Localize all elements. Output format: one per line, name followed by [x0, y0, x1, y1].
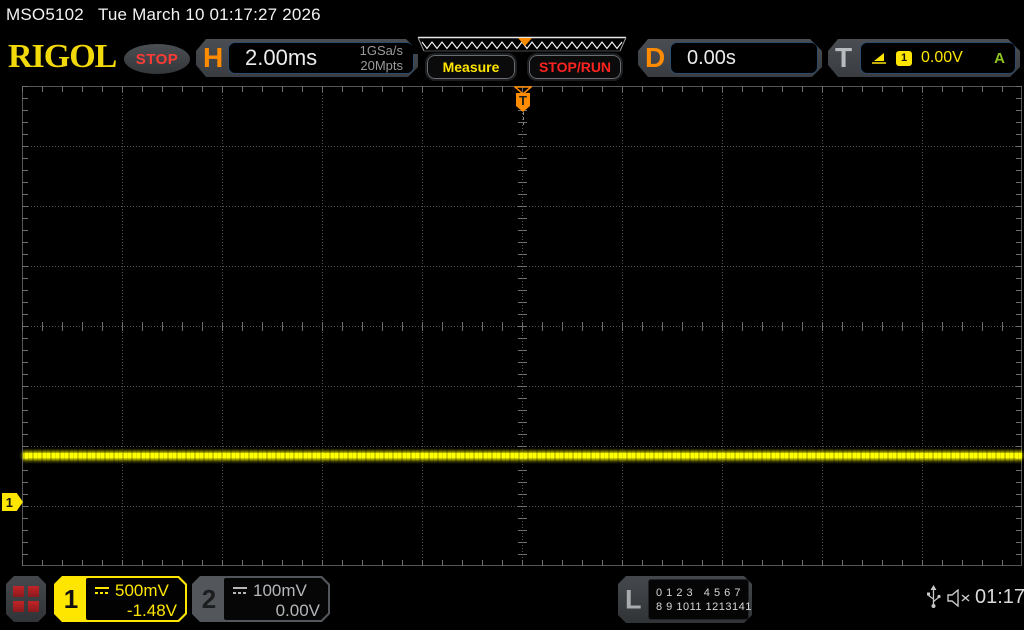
measure-button[interactable]: Measure — [425, 53, 517, 81]
delay-value: 0.00s — [687, 46, 736, 69]
channel1-widget[interactable]: 1 500mV -1.48V — [54, 576, 187, 622]
channel1-number: 1 — [63, 583, 79, 614]
channel2-offset: 0.00V — [275, 601, 320, 620]
ch1-offset-marker-label: 1 — [5, 494, 13, 510]
model-name: MSO5102 — [6, 5, 84, 24]
logic-row-low: 0 1 2 3 4 5 6 7 — [656, 586, 741, 599]
logic-label: L — [625, 584, 642, 614]
channel1-values: 500mV -1.48V — [86, 578, 185, 620]
dc-coupling-icon — [232, 586, 248, 596]
run-state-label: STOP — [135, 50, 179, 68]
horizontal-values: 2.00ms 1GSa/s 20Mpts — [228, 42, 414, 74]
channel2-values: 100mV 0.00V — [224, 578, 328, 620]
trigger-source-badge: 1 — [896, 51, 912, 66]
delay-label: D — [645, 42, 666, 73]
delay-values: 0.00s — [670, 42, 818, 74]
channel1-offset: -1.48V — [126, 601, 177, 620]
channel2-widget[interactable]: 2 100mV 0.00V — [192, 576, 330, 622]
logic-row-high: 8 9 1011 12131415 — [656, 600, 759, 613]
memory-depth: 20Mpts — [360, 58, 403, 73]
grid-icon — [13, 586, 39, 612]
speaker-muted-icon — [947, 589, 970, 607]
logic-channel-list: 0 1 2 3 4 5 6 7 8 9 1011 12131415 — [648, 579, 749, 620]
run-state-badge: STOP — [124, 44, 190, 74]
titlebar: MSO5102 Tue March 10 01:17:27 2026 — [6, 5, 321, 25]
rising-edge-icon — [871, 51, 887, 65]
measure-label: Measure — [442, 59, 500, 75]
trigger-label: T — [835, 42, 853, 73]
channel2-scale: 100mV — [253, 581, 307, 600]
ch1-offset-marker[interactable]: 1 — [2, 493, 23, 511]
dc-coupling-icon — [94, 586, 110, 596]
trigger-values: 1 0.00V A — [860, 42, 1016, 74]
delay-settings-box[interactable]: D 0.00s — [638, 39, 822, 77]
channel1-scale: 500mV — [115, 581, 169, 600]
oscilloscope-screen: MSO5102 Tue March 10 01:17:27 2026 RIGOL… — [0, 0, 1024, 630]
timebase-value: 2.00ms — [245, 45, 318, 70]
rigol-logo: RIGOL — [8, 38, 117, 75]
trigger-marker-letter: T — [519, 93, 527, 108]
horizontal-label: H — [203, 42, 224, 73]
trigger-settings-box[interactable]: T 1 0.00V A — [828, 39, 1020, 77]
sample-rate: 1GSa/s — [359, 43, 403, 58]
trigger-level-value: 0.00V — [921, 49, 963, 66]
clock-display: 01:17 — [975, 586, 1024, 608]
trigger-marker-dash — [523, 112, 524, 125]
stop-run-button[interactable]: STOP/RUN — [527, 53, 623, 81]
trigger-mode-indicator: A — [994, 49, 1005, 67]
ch1-trace-noise — [23, 448, 1022, 464]
waveform-preview-strip[interactable] — [412, 36, 632, 54]
datetime-text: Tue March 10 01:17:27 2026 — [97, 5, 321, 24]
usb-icon — [927, 585, 941, 608]
acquisition-info: 1GSa/s 20Mpts — [360, 43, 403, 73]
horizontal-settings-box[interactable]: H 2.00ms 1GSa/s 20Mpts — [196, 39, 418, 77]
channel2-number: 2 — [201, 583, 217, 614]
logic-channels-widget[interactable]: L 0 1 2 3 4 5 6 7 8 9 1011 12131415 — [618, 576, 752, 623]
stop-run-label: STOP/RUN — [538, 59, 612, 75]
menu-button[interactable] — [6, 576, 46, 622]
waveform-preview-icon — [412, 36, 632, 54]
graticule-grid — [22, 86, 1022, 566]
